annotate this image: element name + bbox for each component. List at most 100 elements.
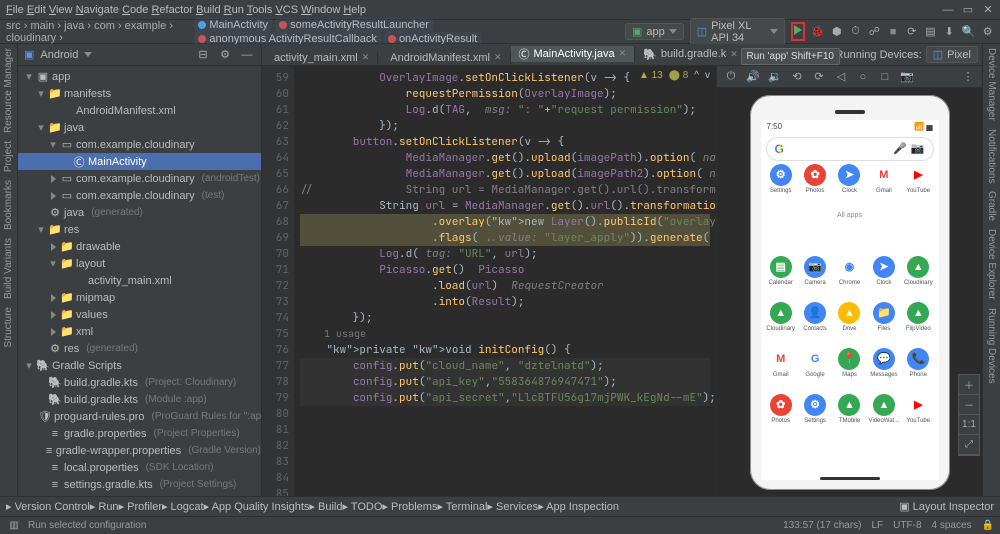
- maximize-icon[interactable]: ▭: [962, 4, 974, 16]
- settings-icon[interactable]: ⚙: [981, 24, 994, 40]
- sdk-button[interactable]: ⬇: [943, 24, 956, 40]
- menu-build[interactable]: Build: [196, 4, 220, 16]
- close-icon[interactable]: ✕: [619, 48, 627, 59]
- status-chip[interactable]: 133:57 (17 chars): [783, 520, 861, 531]
- tree-node[interactable]: ▾📁java: [18, 119, 261, 136]
- breadcrumb-item[interactable]: com: [94, 20, 115, 32]
- tree-node[interactable]: 🐘build.gradle.kts(Project: Cloudinary): [18, 374, 261, 391]
- status-tool-icon[interactable]: ▥: [6, 518, 22, 534]
- tree-node[interactable]: 📁values: [18, 306, 261, 323]
- toolwin-profiler[interactable]: ▸ Profiler: [119, 500, 162, 513]
- mic-icon[interactable]: 🎤: [893, 142, 907, 155]
- close-icon[interactable]: ✕: [730, 49, 738, 60]
- tree-node[interactable]: ≡gradle.properties(Project Properties): [18, 425, 261, 442]
- breadcrumb-item[interactable]: java: [64, 20, 84, 32]
- app-icon-clock[interactable]: ➤Clock: [832, 164, 866, 210]
- emu-screenshot-icon[interactable]: 📷: [899, 69, 915, 85]
- app-icon-youtube[interactable]: ▶YouTube: [901, 394, 935, 440]
- stop-button[interactable]: ■: [887, 24, 900, 40]
- app-icon-contacts[interactable]: 👤Contacts: [798, 302, 832, 348]
- run-config-module[interactable]: ▣app: [625, 23, 684, 40]
- zoom-controls[interactable]: ＋ － 1:1 ⤢: [958, 374, 980, 456]
- app-icon-camera[interactable]: 📷Camera: [798, 256, 832, 302]
- app-icon-flipvideo[interactable]: ▲FlipVideo: [901, 302, 935, 348]
- app-icon-chrome[interactable]: ◉Chrome: [832, 256, 866, 302]
- menu-window[interactable]: Window: [301, 4, 340, 16]
- debug-button[interactable]: 🐞: [811, 24, 825, 40]
- tree-node[interactable]: ≡local.properties(SDK Location): [18, 459, 261, 476]
- tree-node[interactable]: ⒸMainActivity: [18, 153, 261, 170]
- tool-project[interactable]: Project: [3, 141, 14, 172]
- editor-tab[interactable]: ⒸMainActivity.java✕: [511, 46, 636, 62]
- app-icon-gmail[interactable]: MGmail: [867, 164, 901, 210]
- tree-node[interactable]: 🛡proguard-rules.pro(ProGuard Rules for "…: [18, 408, 261, 425]
- run-button[interactable]: [791, 22, 805, 41]
- toolwin-app quality insights[interactable]: ▸ App Quality Insights: [204, 500, 310, 513]
- tree-node[interactable]: ▾📁manifests: [18, 85, 261, 102]
- tool-structure[interactable]: Structure: [3, 307, 14, 348]
- emu-back-icon[interactable]: ◁: [833, 69, 849, 85]
- tree-node[interactable]: 🐘build.gradle.kts(Module :app): [18, 391, 261, 408]
- tree-node[interactable]: 📁mipmap: [18, 289, 261, 306]
- tree-node[interactable]: activity_main.xml: [18, 272, 261, 289]
- app-icon-youtube[interactable]: ▶YouTube: [901, 164, 935, 210]
- app-icon-photos[interactable]: ✿Photos: [764, 394, 798, 440]
- layout-inspector-button[interactable]: ▣ Layout Inspector: [899, 500, 994, 513]
- tool-running devices[interactable]: Running Devices: [986, 308, 997, 384]
- tree-node[interactable]: AndroidManifest.xml: [18, 102, 261, 119]
- tree-node[interactable]: ▾▭com.example.cloudinary: [18, 136, 261, 153]
- toolwin-version control[interactable]: ▸ Version Control: [6, 500, 90, 513]
- attach-debugger-button[interactable]: ☍: [868, 24, 881, 40]
- toolwin-build[interactable]: ▸ Build: [309, 500, 342, 513]
- toolwin-terminal[interactable]: ▸ Terminal: [437, 500, 487, 513]
- toolwin-problems[interactable]: ▸ Problems: [382, 500, 437, 513]
- code-editor[interactable]: ▲ 13 ⬤ 8 ^v 5960616263646566676869707172…: [262, 66, 716, 496]
- tree-node[interactable]: ▭com.example.cloudinary(test): [18, 187, 261, 204]
- toolwin-run[interactable]: ▸ Run: [90, 500, 119, 513]
- sidebar-hide-icon[interactable]: —: [239, 47, 255, 63]
- emu-power-icon[interactable]: ⏻: [723, 69, 739, 85]
- tree-node[interactable]: ▾🐘Gradle Scripts: [18, 357, 261, 374]
- app-icon-files[interactable]: 📁Files: [867, 302, 901, 348]
- app-icon-messages[interactable]: 💬Messages: [867, 348, 901, 394]
- sidebar-settings-icon[interactable]: ⚙: [217, 47, 233, 63]
- app-icon-photos[interactable]: ✿Photos: [798, 164, 832, 210]
- app-icon-cloudinary[interactable]: ▲Cloudinary: [901, 256, 935, 302]
- tool-gradle[interactable]: Gradle: [986, 191, 997, 221]
- tree-node[interactable]: ▾📁res: [18, 221, 261, 238]
- gesture-bar[interactable]: [820, 477, 880, 480]
- app-icon-clock[interactable]: ➤Clock: [867, 256, 901, 302]
- zoom-fit-icon[interactable]: ⤢: [959, 435, 979, 455]
- sidebar-title[interactable]: Android: [40, 49, 78, 61]
- line-gutter[interactable]: 5960616263646566676869707172737475767778…: [262, 66, 294, 496]
- menu-view[interactable]: View: [49, 4, 73, 16]
- emu-overview-icon[interactable]: □: [877, 69, 893, 85]
- zoom-ratio[interactable]: 1:1: [959, 415, 979, 435]
- app-icon-maps[interactable]: 📍Maps: [832, 348, 866, 394]
- app-icon-drive[interactable]: ▲Drive: [832, 302, 866, 348]
- inspection-widget[interactable]: ▲ 13 ⬤ 8 ^v: [639, 70, 710, 81]
- tree-node[interactable]: ≡settings.gradle.kts(Project Settings): [18, 476, 261, 493]
- zoom-out-icon[interactable]: －: [959, 395, 979, 415]
- app-icon-videowat...[interactable]: ▲VideoWat...: [867, 394, 901, 440]
- app-icon-calendar[interactable]: ▤Calendar: [764, 256, 798, 302]
- app-icon-gmail[interactable]: MGmail: [764, 348, 798, 394]
- tree-node[interactable]: 📁xml: [18, 323, 261, 340]
- tree-node[interactable]: ▾📁layout: [18, 255, 261, 272]
- tree-node[interactable]: ⚙java(generated): [18, 204, 261, 221]
- minimize-icon[interactable]: —: [942, 4, 954, 16]
- emu-voldown-icon[interactable]: 🔉: [767, 69, 783, 85]
- editor-tab[interactable]: 🐘build.gradle.k✕: [635, 48, 747, 61]
- profile-button[interactable]: ⏱: [849, 24, 862, 40]
- toolwin-logcat[interactable]: ▸ Logcat: [162, 500, 204, 513]
- app-icon-google[interactable]: GGoogle: [798, 348, 832, 394]
- app-icon-settings[interactable]: ⚙Settings: [764, 164, 798, 210]
- emu-more-icon[interactable]: ⋮: [960, 69, 976, 85]
- menu-edit[interactable]: Edit: [27, 4, 46, 16]
- tool-resource manager[interactable]: Resource Manager: [3, 48, 14, 133]
- menu-tools[interactable]: Tools: [247, 4, 273, 16]
- app-icon-tmobile[interactable]: ▲TMobile: [832, 394, 866, 440]
- status-chip[interactable]: UTF-8: [893, 520, 921, 531]
- lens-icon[interactable]: 📷: [911, 142, 925, 155]
- breadcrumb-chip[interactable]: someActivityResultLauncher: [275, 18, 433, 32]
